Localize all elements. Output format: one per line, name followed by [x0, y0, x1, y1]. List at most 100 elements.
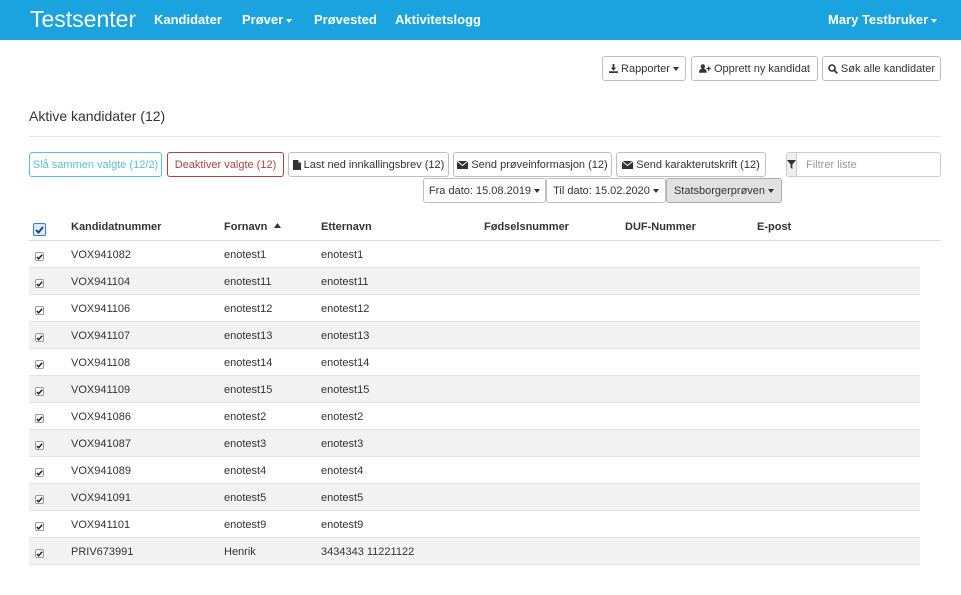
- row-checkbox[interactable]: [35, 360, 44, 369]
- cell-fornavn: enotest13: [224, 330, 273, 342]
- table-row[interactable]: PRIV673991 Henrik 3434343 11221122: [29, 538, 920, 565]
- table-row[interactable]: VOX941108 enotest14 enotest14: [29, 349, 920, 376]
- cell-fornavn: Henrik: [224, 546, 256, 558]
- table-row[interactable]: VOX941082 enotest1 enotest1: [29, 241, 920, 268]
- chevron-down-icon: [768, 188, 775, 193]
- top-navbar: Testsenter Kandidater Prøver Prøvested A…: [0, 0, 961, 40]
- cell-kandidatnummer: VOX941091: [71, 492, 131, 504]
- table-row[interactable]: VOX941087 enotest3 enotest3: [29, 430, 920, 457]
- reports-button[interactable]: Rapporter: [602, 56, 686, 81]
- col-header-fornavn-label: Fornavn: [224, 221, 268, 233]
- filter-input[interactable]: [797, 153, 948, 176]
- user-menu[interactable]: Mary Testbruker: [828, 12, 938, 27]
- merge-selected-button[interactable]: Slå sammen valgte (12/2): [29, 152, 162, 177]
- col-header-etternavn[interactable]: Etternavn: [321, 221, 372, 233]
- nav-prover[interactable]: Prøver: [242, 12, 293, 27]
- download-letter-button[interactable]: Last ned innkallingsbrev (12): [288, 152, 449, 177]
- cell-etternavn: 3434343 11221122: [321, 546, 415, 558]
- nav-provested[interactable]: Prøvested: [314, 12, 377, 27]
- cell-etternavn: enotest15: [321, 384, 370, 396]
- row-checkbox[interactable]: [35, 252, 44, 261]
- cell-etternavn: enotest3: [321, 438, 364, 450]
- checkmark-icon: [36, 280, 43, 287]
- table-row[interactable]: VOX941107 enotest13 enotest13: [29, 322, 920, 349]
- row-checkbox[interactable]: [35, 522, 44, 531]
- deactivate-selected-button[interactable]: Deaktiver valgte (12): [167, 152, 284, 177]
- divider: [29, 136, 941, 137]
- table-row[interactable]: VOX941106 enotest12 enotest12: [29, 295, 920, 322]
- cell-fornavn: enotest15: [224, 384, 273, 396]
- cell-kandidatnummer: VOX941108: [71, 357, 131, 369]
- cell-kandidatnummer: VOX941082: [71, 249, 131, 261]
- cell-kandidatnummer: VOX941089: [71, 465, 131, 477]
- checkmark-icon: [36, 388, 43, 395]
- cell-etternavn: enotest5: [321, 492, 364, 504]
- checkmark-icon: [36, 442, 43, 449]
- cell-fornavn: enotest1: [224, 249, 267, 261]
- table-row[interactable]: VOX941086 enotest2 enotest2: [29, 403, 920, 430]
- cell-fornavn: enotest5: [224, 492, 267, 504]
- search-all-label: Søk alle kandidater: [840, 62, 936, 75]
- filter-group: [786, 152, 948, 177]
- cell-fornavn: enotest12: [224, 303, 273, 315]
- row-checkbox[interactable]: [35, 306, 44, 315]
- to-date-label: Til dato: 15.02.2020: [553, 184, 650, 197]
- search-all-button[interactable]: Søk alle kandidater: [822, 56, 941, 81]
- sort-asc-icon: [274, 222, 282, 228]
- send-transcript-button[interactable]: Send karakterutskrift (12): [616, 152, 766, 177]
- row-checkbox[interactable]: [35, 333, 44, 342]
- table-row[interactable]: VOX941089 enotest4 enotest4: [29, 457, 920, 484]
- col-header-fodselsnummer[interactable]: Fødselsnummer: [484, 221, 569, 233]
- nav-kandidater[interactable]: Kandidater: [154, 12, 222, 27]
- cell-kandidatnummer: PRIV673991: [71, 546, 134, 558]
- chevron-down-icon: [286, 18, 293, 23]
- cell-fornavn: enotest4: [224, 465, 267, 477]
- nav-aktivitetslogg[interactable]: Aktivitetslogg: [395, 12, 481, 27]
- table-row[interactable]: VOX941091 enotest5 enotest5: [29, 484, 920, 511]
- user-name: Mary Testbruker: [828, 12, 929, 27]
- cell-fornavn: enotest14: [224, 357, 273, 369]
- row-checkbox[interactable]: [35, 495, 44, 504]
- col-header-fornavn[interactable]: Fornavn: [224, 221, 282, 233]
- table-row[interactable]: VOX941109 enotest15 enotest15: [29, 376, 920, 403]
- filter-icon: [787, 160, 796, 169]
- select-all-checkbox[interactable]: [33, 223, 46, 236]
- cell-etternavn: enotest12: [321, 303, 370, 315]
- from-date-dropdown[interactable]: Fra dato: 15.08.2019: [423, 178, 546, 203]
- row-checkbox[interactable]: [35, 279, 44, 288]
- new-candidate-button[interactable]: Opprett ny kandidat: [691, 56, 818, 81]
- checkmark-icon: [36, 496, 43, 503]
- cell-fornavn: enotest9: [224, 519, 267, 531]
- cell-kandidatnummer: VOX941101: [71, 519, 131, 531]
- cell-etternavn: enotest13: [321, 330, 370, 342]
- to-date-dropdown[interactable]: Til dato: 15.02.2020: [546, 178, 666, 203]
- envelope-icon: [457, 160, 469, 169]
- cell-fornavn: enotest2: [224, 411, 267, 423]
- row-checkbox[interactable]: [35, 414, 44, 423]
- checkmark-icon: [36, 469, 43, 476]
- envelope-icon: [622, 160, 634, 169]
- row-checkbox[interactable]: [35, 441, 44, 450]
- checkmark-icon: [35, 225, 44, 234]
- cell-etternavn: enotest14: [321, 357, 370, 369]
- cell-kandidatnummer: VOX941104: [71, 276, 131, 288]
- row-checkbox[interactable]: [35, 387, 44, 396]
- col-header-kandidatnummer[interactable]: Kandidatnummer: [71, 221, 161, 233]
- col-header-e-post[interactable]: E-post: [757, 221, 791, 233]
- table-row[interactable]: VOX941101 enotest9 enotest9: [29, 511, 920, 538]
- download-letter-label: Last ned innkallingsbrev (12): [303, 158, 445, 171]
- row-checkbox[interactable]: [35, 549, 44, 558]
- table-row[interactable]: VOX941104 enotest11 enotest11: [29, 268, 920, 295]
- row-checkbox[interactable]: [35, 468, 44, 477]
- col-header-duf-nummer[interactable]: DUF-Nummer: [625, 221, 696, 233]
- brand-logo[interactable]: Testsenter: [30, 6, 136, 33]
- cell-etternavn: enotest2: [321, 411, 364, 423]
- download-icon: [609, 64, 619, 73]
- checkmark-icon: [36, 550, 43, 557]
- cell-kandidatnummer: VOX941106: [71, 303, 131, 315]
- filter-addon: [787, 153, 797, 176]
- test-type-dropdown[interactable]: Statsborgerprøven: [666, 178, 782, 203]
- cell-fornavn: enotest3: [224, 438, 267, 450]
- send-info-button[interactable]: Send prøveinformasjon (12): [453, 152, 612, 177]
- cell-etternavn: enotest9: [321, 519, 364, 531]
